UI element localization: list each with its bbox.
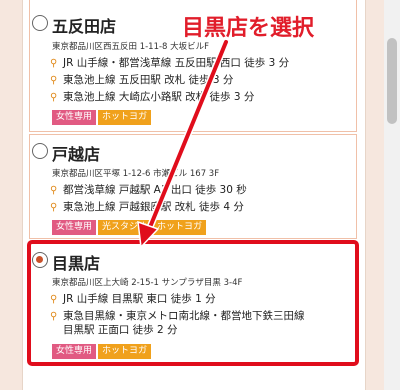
store-address: 東京都品川区平塚 1-12-6 市瀬ビル 167 3F xyxy=(52,169,220,179)
tag-women-only: 女性専用 xyxy=(52,220,97,235)
store-address: 東京都品川区上大崎 2-15-1 サンプラザ目黒 3-4F xyxy=(52,278,243,288)
tag-list: 女性専用 ホットヨガ xyxy=(52,344,153,359)
walking-person-icon: ⚲ xyxy=(50,202,58,213)
walking-person-icon: ⚲ xyxy=(50,58,58,69)
walking-person-icon: ⚲ xyxy=(50,311,58,322)
store-header[interactable]: 目黒店 xyxy=(30,250,330,274)
tag-women-only: 女性専用 xyxy=(52,344,97,359)
access-line: ⚲ JR 山手線 目黒駅 東口 徒歩 1 分 xyxy=(50,293,216,305)
radio-button[interactable] xyxy=(32,15,48,31)
store-header[interactable]: 戸越店 xyxy=(30,141,330,165)
store-name: 戸越店 xyxy=(52,145,101,164)
walking-person-icon: ⚲ xyxy=(50,92,58,103)
store-card-togoshi[interactable]: 戸越店 東京都品川区平塚 1-12-6 市瀬ビル 167 3F ⚲ 都営浅草線 戸… xyxy=(29,134,357,239)
store-name: 五反田店 xyxy=(52,17,117,36)
access-line: ⚲ JR 山手線・都営浅草線 五反田駅 西口 徒歩 3 分 xyxy=(50,57,290,69)
tag-list: 女性専用 ホットヨガ xyxy=(52,110,153,125)
walking-person-icon: ⚲ xyxy=(50,185,58,196)
scrollbar-thumb[interactable] xyxy=(387,38,397,124)
tag-list: 女性専用 光スタジオ ホットヨガ xyxy=(52,220,208,235)
access-line: ⚲ 都営浅草線 戸越駅 A1 出口 徒歩 30 秒 xyxy=(50,184,247,196)
tag-hot-yoga: ホットヨガ xyxy=(98,344,152,359)
store-card-meguro[interactable]: 目黒店 東京都品川区上大崎 2-15-1 サンプラザ目黒 3-4F ⚲ JR 山手… xyxy=(29,243,357,363)
annotation-callout: 目黒店を選択 xyxy=(182,16,315,41)
access-line: ⚲ 東急池上線 大崎広小路駅 改札 徒歩 3 分 xyxy=(50,91,255,103)
walking-person-icon: ⚲ xyxy=(50,294,58,305)
store-name: 目黒店 xyxy=(52,254,101,273)
tag-hot-yoga: ホットヨガ xyxy=(98,110,152,125)
radio-button-selected[interactable] xyxy=(32,252,48,268)
tag-women-only: 女性専用 xyxy=(52,110,97,125)
tag-hot-yoga: ホットヨガ xyxy=(153,220,207,235)
access-line: ⚲ 東急池上線 戸越銀座駅 改札 徒歩 4 分 xyxy=(50,201,244,213)
access-line: ⚲ 東急目黒線・東京メトロ南北線・都営地下鉄三田線 xyxy=(50,310,305,322)
access-line: ⚲ 東急池上線 五反田駅 改札 徒歩 3 分 xyxy=(50,74,234,86)
access-line-continued: 目黒駅 正面口 徒歩 2 分 xyxy=(63,324,178,336)
tag-light-studio: 光スタジオ xyxy=(98,220,152,235)
walking-person-icon: ⚲ xyxy=(50,75,58,86)
radio-button[interactable] xyxy=(32,143,48,159)
